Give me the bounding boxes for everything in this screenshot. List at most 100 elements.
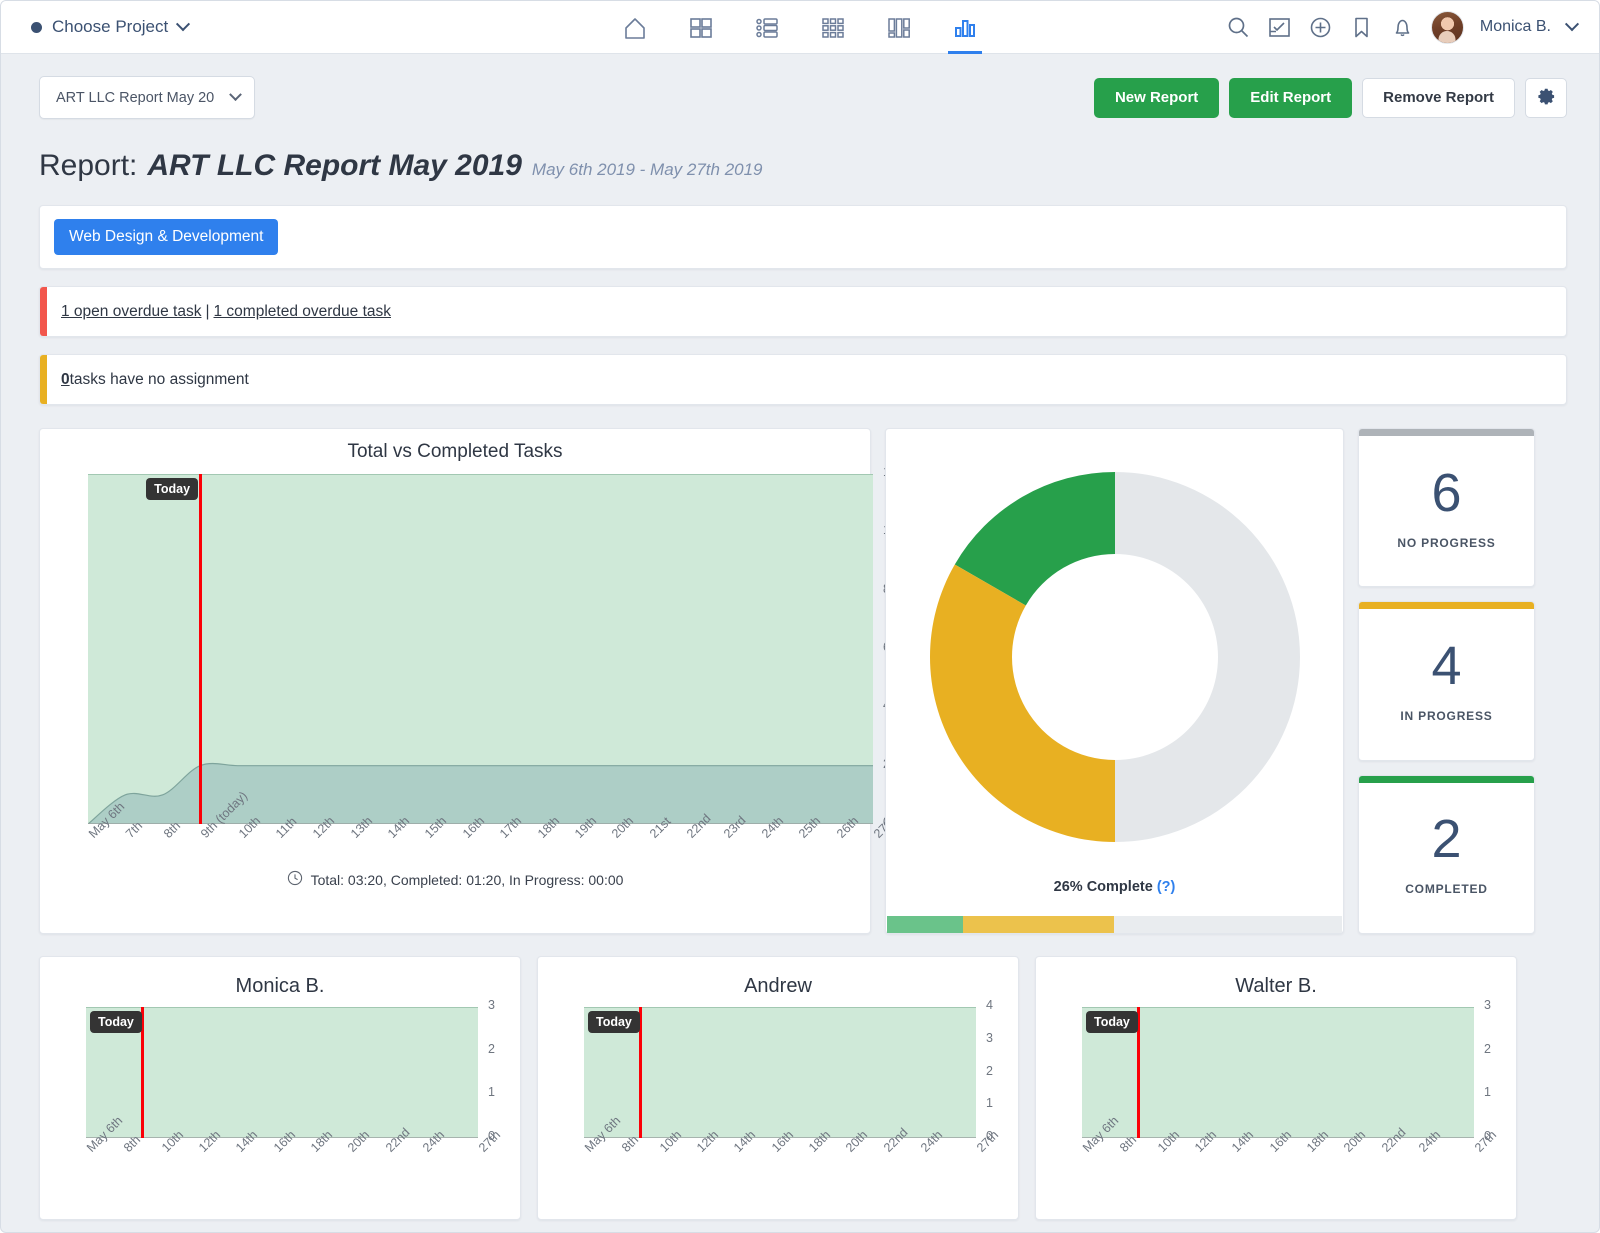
chart-title: Monica B. (235, 975, 325, 997)
y-axis-tick-label: 1 (488, 1085, 495, 1100)
project-selector[interactable]: Choose Project (31, 17, 191, 37)
nav-reports-chart-icon[interactable] (943, 1, 987, 54)
completion-donut-panel: 26% Complete (?) (885, 428, 1344, 934)
edit-report-button[interactable]: Edit Report (1229, 77, 1353, 118)
stat-label: IN PROGRESS (1400, 708, 1493, 723)
stat-cards: 6 NO PROGRESS 4 IN PROGRESS 2 COMPLETED (1358, 428, 1535, 934)
clock-icon (287, 870, 303, 889)
stat-card-completed[interactable]: 2 COMPLETED (1358, 774, 1535, 934)
user-chart-panel-andrew: Andrew 0 1 2 3 4 May 6th 8th 10th 12th 14th 16th 18… (537, 956, 1019, 1220)
chart-footer-text: Total: 03:20, Completed: 01:20, In Progr… (310, 871, 624, 888)
stat-value: 4 (1431, 635, 1462, 696)
y-axis-tick-label: 1 (986, 1096, 993, 1111)
page-title: Report: ART LLC Report May 2019 May 6th … (39, 149, 1567, 183)
chart-plot-area: 0 1 2 3 May 6th 8th 10th 12th 14th 16th 18th 20th 22… (1080, 998, 1499, 1155)
donut-svg (929, 472, 1300, 842)
progress-segment-no-progress (1114, 916, 1342, 933)
new-report-button[interactable]: New Report (1093, 77, 1220, 118)
chart-title: Total vs Completed Tasks (347, 441, 563, 462)
stat-label: NO PROGRESS (1397, 535, 1496, 550)
add-icon[interactable] (1308, 15, 1333, 40)
open-overdue-task-link[interactable]: 1 open overdue task (61, 303, 201, 321)
chart-plot-area: 0 1 2 3 May 6th 8th 10th 12th 14th 16th 18th 20th 22… (84, 998, 503, 1155)
chart-footer-summary: Total: 03:20, Completed: 01:20, In Progr… (40, 870, 870, 889)
nav-home-icon[interactable] (613, 1, 657, 54)
alert-overdue-text: 1 open overdue task | 1 completed overdu… (47, 287, 391, 336)
report-title-name: ART LLC Report May 2019 (147, 149, 522, 182)
report-select[interactable]: ART LLC Report May 20 (39, 76, 255, 119)
series-area-total (1082, 1007, 1474, 1138)
chart-plot-area: 0 1 2 3 4 May 6th 8th 10th 12th 14th 16th 18th 20th 2… (582, 998, 1001, 1155)
page-content: ART LLC Report May 20 New Report Edit Re… (1, 54, 1599, 1220)
chart-title: Walter B. (1235, 975, 1317, 997)
progress-segment-completed (887, 916, 963, 933)
donut-slice-in-progress (929, 564, 1115, 842)
completed-overdue-task-link[interactable]: 1 completed overdue task (214, 303, 392, 321)
nav-list-view-icon[interactable] (745, 1, 789, 54)
chart-svg (88, 474, 873, 824)
remove-report-button[interactable]: Remove Report (1362, 77, 1515, 118)
today-marker-line (198, 474, 202, 824)
bookmark-icon[interactable] (1349, 15, 1374, 40)
y-axis-tick-label: 1 (1484, 1085, 1491, 1100)
bell-icon[interactable] (1390, 15, 1415, 40)
top-navigation-bar: Choose Project Monica B. (1, 1, 1599, 54)
x-axis-tick-label: 27th (974, 1127, 1002, 1155)
completion-progress-bar (887, 916, 1342, 933)
my-work-icon[interactable] (1267, 15, 1292, 40)
y-axis-tick-label: 2 (488, 1041, 495, 1056)
chart-plot-area: 024681012May 6th7th8th9th (today)10th11t… (86, 465, 898, 841)
chart-title: Andrew (744, 975, 812, 997)
chevron-down-icon (176, 17, 191, 32)
y-axis-tick-label: 2 (986, 1063, 993, 1078)
donut-slice-no-progress (1114, 472, 1300, 842)
no-assignment-count[interactable]: 0 (61, 371, 70, 389)
project-selector-label: Choose Project (52, 17, 169, 36)
app-window: Choose Project Monica B. ART LLC Report … (0, 0, 1600, 1233)
no-assignment-label: tasks have no assignment (69, 370, 249, 388)
report-select-value: ART LLC Report May 20 (56, 89, 215, 106)
series-area-total (86, 1007, 478, 1138)
user-menu-chevron-down-icon[interactable] (1564, 17, 1580, 32)
chart-svg (1082, 1007, 1474, 1138)
report-action-buttons: New Report Edit Report Remove Report (1093, 77, 1567, 118)
today-marker-label: Today (1086, 1011, 1138, 1033)
nav-board-view-icon[interactable] (877, 1, 921, 54)
stat-card-no-progress[interactable]: 6 NO PROGRESS (1358, 428, 1535, 588)
donut-percent-complete: 26% Complete (1053, 879, 1153, 895)
project-dot-icon (31, 21, 42, 33)
stat-card-accent (1359, 602, 1534, 610)
stat-label: COMPLETED (1405, 882, 1488, 897)
user-chart-panel-walter: Walter B. 0 1 2 3 May 6th 8th 10th 12th 14th 16th… (1035, 956, 1517, 1220)
search-icon[interactable] (1226, 15, 1251, 40)
x-axis-tick-label: 27th (1472, 1127, 1500, 1155)
per-user-charts-row: Monica B. 0 1 2 3 May 6th 8th 10th 12th 14th 16th… (39, 956, 1567, 1220)
chart-svg (584, 1007, 976, 1138)
chart-svg (86, 1007, 478, 1138)
y-axis-tick-label: 3 (488, 998, 495, 1012)
settings-button[interactable] (1525, 77, 1567, 118)
stat-card-in-progress[interactable]: 4 IN PROGRESS (1358, 601, 1535, 761)
y-axis-tick-label: 3 (986, 1030, 993, 1045)
stat-card-accent (1359, 775, 1534, 783)
y-axis-tick-label: 2 (1484, 1041, 1491, 1056)
nav-dashboard-grid-icon[interactable] (679, 1, 723, 54)
today-marker-label: Today (90, 1011, 142, 1033)
alert-color-bar (40, 355, 47, 404)
charts-row: Total vs Completed Tasks 024681012May 6t… (39, 428, 1567, 934)
username-label[interactable]: Monica B. (1480, 18, 1551, 36)
report-toolbar: ART LLC Report May 20 New Report Edit Re… (39, 76, 1567, 119)
tag-filter-bar: Web Design & Development (39, 205, 1567, 269)
stat-card-accent (1359, 429, 1534, 436)
nav-grid-view-icon[interactable] (811, 1, 855, 54)
gear-icon (1536, 85, 1556, 110)
report-date-range: May 6th 2019 - May 27th 2019 (531, 160, 763, 179)
alert-separator: | (205, 302, 210, 320)
today-marker-label: Today (588, 1011, 640, 1033)
total-vs-completed-chart-panel: Total vs Completed Tasks 024681012May 6t… (39, 428, 898, 934)
tag-web-design-development[interactable]: Web Design & Development (54, 219, 279, 255)
y-axis-tick-label: 4 (986, 998, 993, 1012)
donut-help-icon[interactable]: (?) (1157, 879, 1176, 895)
avatar[interactable] (1430, 10, 1464, 44)
nav-right-icons: Monica B. (1226, 10, 1580, 44)
